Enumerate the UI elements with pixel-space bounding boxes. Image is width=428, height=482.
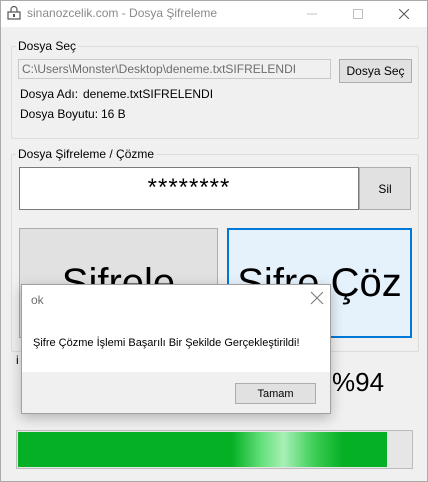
- dialog-body: ok Şifre Çözme İşlemi Başarılı Bir Şekil…: [22, 285, 330, 372]
- hidden-label-stub: i: [16, 353, 19, 367]
- window-title: sinanozcelik.com - Dosya Şifreleme: [27, 6, 218, 20]
- file-size-label: Dosya Boyutu:: [20, 107, 99, 121]
- file-name-value: deneme.txtSIFRELENDI: [83, 87, 214, 101]
- close-icon: [399, 9, 409, 19]
- password-field[interactable]: ********: [19, 167, 359, 210]
- ok-button[interactable]: Tamam: [235, 383, 316, 404]
- dialog-close-icon[interactable]: [310, 291, 324, 305]
- progress-percent: %94: [332, 367, 385, 397]
- app-window: sinanozcelik.com - Dosya Şifreleme Dosya…: [0, 0, 428, 482]
- progress-bar-fill: [18, 432, 388, 467]
- file-name-label: Dosya Adı:: [20, 87, 79, 101]
- select-file-button[interactable]: Dosya Seç: [339, 59, 412, 83]
- maximize-icon: [353, 9, 363, 19]
- clear-password-button[interactable]: Sil: [359, 167, 411, 210]
- file-size-value: 16 B: [101, 107, 126, 121]
- maximize-button[interactable]: [335, 1, 381, 27]
- dialog-title: ok: [31, 293, 44, 307]
- dialog-message: Şifre Çözme İşlemi Başarılı Bir Şekilde …: [33, 337, 300, 349]
- progress-bar: [16, 430, 413, 469]
- file-path-field[interactable]: [18, 59, 331, 79]
- close-button[interactable]: [381, 1, 427, 27]
- app-icon: [7, 6, 21, 20]
- minimize-icon: [307, 13, 317, 15]
- file-select-legend: Dosya Seç: [16, 39, 79, 53]
- message-dialog: ok Şifre Çözme İşlemi Başarılı Bir Şekil…: [21, 284, 331, 414]
- crypto-legend: Dosya Şifreleme / Çözme: [16, 147, 157, 161]
- minimize-button[interactable]: [289, 1, 335, 27]
- title-bar: sinanozcelik.com - Dosya Şifreleme: [1, 1, 427, 27]
